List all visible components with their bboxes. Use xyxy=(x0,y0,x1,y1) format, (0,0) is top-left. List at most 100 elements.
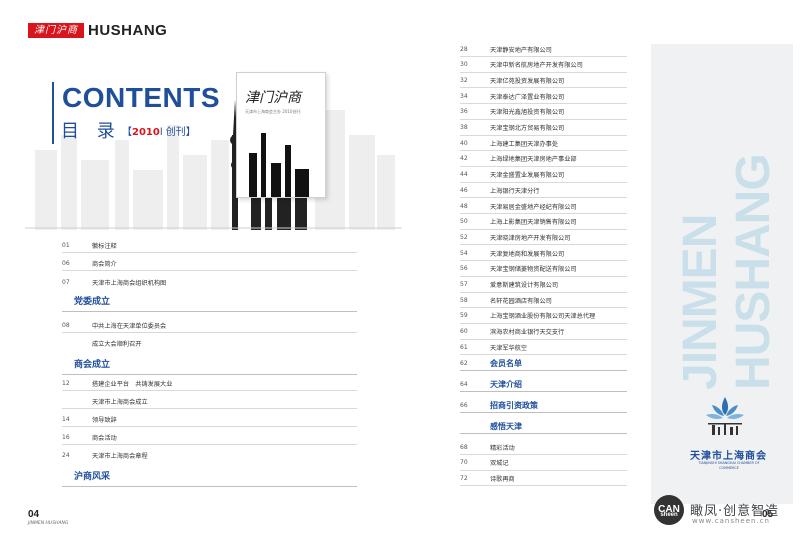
toc-page: 08 xyxy=(62,321,70,329)
toc-item[interactable]: 06 商会简介 xyxy=(62,258,357,271)
toc-page: 56 xyxy=(460,265,468,273)
toc-text: 天津泰达广泽置业有限公司 xyxy=(490,93,565,101)
toc-item[interactable]: 50 上海上影集团天津销售有限公司 xyxy=(460,217,627,230)
toc-page: 72 xyxy=(460,474,468,482)
toc-page: 01 xyxy=(62,241,70,249)
toc-page: 66 xyxy=(460,401,468,409)
toc-page: 32 xyxy=(460,76,468,84)
toc-divider xyxy=(460,103,627,105)
toc-page: 48 xyxy=(460,202,468,210)
toc-divider xyxy=(460,454,627,455)
toc-text: 滨海农村商业银行天交支行 xyxy=(490,329,565,337)
toc-text: 上海宝钢酒业股份有限公司天津总代理 xyxy=(490,313,596,321)
toc-item[interactable]: 40 上海建工集团天津办事处 xyxy=(460,138,627,152)
section-divider xyxy=(62,486,357,487)
toc-item[interactable]: 54 天津复地商和发展有限公司 xyxy=(460,248,627,262)
toc-page: 38 xyxy=(460,124,468,131)
edition-open: 【 xyxy=(122,127,132,138)
left-toc: 01 徽标注释 06 商会简介 07 天津市上海商会组织机构图 党委成立 08 … xyxy=(62,240,357,490)
toc-divider xyxy=(62,426,357,427)
toc-item[interactable]: 57 爱意斯建筑设计有限公司 xyxy=(460,280,627,293)
toc-page: 06 xyxy=(62,259,70,267)
toc-divider xyxy=(62,332,357,333)
toc-text: 上海银行天津分行 xyxy=(490,187,540,195)
cover-skyline-image xyxy=(237,123,325,197)
toc-item[interactable]: 34 天津泰达广泽置业有限公司 xyxy=(460,91,627,105)
toc-page: 68 xyxy=(460,443,468,451)
toc-text: 天津宝钢储菱物资配送有限公司 xyxy=(490,266,577,274)
toc-page: 58 xyxy=(460,296,468,304)
toc-page: 07 xyxy=(62,278,70,286)
toc-item[interactable]: 07 天津市上海商会组织机构图 xyxy=(62,277,357,287)
toc-divider xyxy=(460,213,627,214)
toc-page: 12 xyxy=(62,379,70,387)
toc-item[interactable]: 56 天津宝钢储菱物资配送有限公司 xyxy=(460,264,627,277)
toc-page: 44 xyxy=(460,171,468,179)
toc-text: 招商引资政策 xyxy=(490,399,538,410)
toc-text: 商会活动 xyxy=(92,434,117,442)
toc-section-party[interactable]: 党委成立 xyxy=(74,294,110,307)
toc-item[interactable]: 61 天津军华航空 xyxy=(460,342,627,356)
toc-page: 52 xyxy=(460,233,468,241)
toc-item[interactable]: 成立大会顺利召开 xyxy=(62,338,357,348)
toc-section[interactable]: 64 天津介绍 xyxy=(460,379,627,392)
toc-section[interactable]: 66 招商引资政策 xyxy=(460,399,627,413)
toc-item[interactable]: 70 双城记 xyxy=(460,458,627,471)
toc-item[interactable]: 44 天津金盛置业发展有限公司 xyxy=(460,170,627,183)
toc-text: 天津亿苑投资发展有限公司 xyxy=(490,77,565,85)
toc-section[interactable]: 62 会员名单 xyxy=(460,358,627,371)
toc-page: 50 xyxy=(460,218,468,226)
toc-text: 领导致辞 xyxy=(92,416,117,424)
toc-page: 60 xyxy=(460,328,468,336)
toc-divider xyxy=(460,197,627,199)
toc-divider xyxy=(460,354,627,356)
toc-item[interactable]: 38 天津宝钢北方贸易有限公司 xyxy=(460,123,627,136)
toc-divider xyxy=(460,260,627,262)
right-toc: 28 天津静安地产有限公司 30 天津中新名航房地产开发有限公司 32 天津亿苑投资发展有… xyxy=(460,42,627,498)
toc-item[interactable]: 48 天津易居金盛地产经纪有限公司 xyxy=(460,201,627,214)
toc-divider xyxy=(460,322,627,324)
page-number-left: 04 xyxy=(28,509,40,520)
toc-item[interactable]: 08 中共上海在天津单位委员会 xyxy=(62,320,357,333)
toc-item[interactable]: 28 天津静安地产有限公司 xyxy=(460,44,627,57)
toc-item[interactable]: 46 上海银行天津分行 xyxy=(460,185,627,199)
toc-item[interactable]: 01 徽标注释 xyxy=(62,240,357,253)
toc-page: 57 xyxy=(460,281,468,288)
toc-text: 天津市上海商会成立 xyxy=(92,398,148,406)
toc-item[interactable]: 68 精彩活动 xyxy=(460,442,627,455)
toc-item[interactable]: 30 天津中新名航房地产开发有限公司 xyxy=(460,60,627,73)
brand-logo: 津门沪商 xyxy=(28,22,84,38)
watermark-logo-sub: sheen xyxy=(660,512,678,518)
toc-item[interactable]: 32 天津亿苑投资发展有限公司 xyxy=(460,75,627,89)
section-divider xyxy=(62,374,357,375)
toc-item[interactable]: 58 名轩花园酒店有限公司 xyxy=(460,295,627,309)
toc-divider xyxy=(460,412,627,413)
toc-item[interactable]: 36 天津阳光鑫旭投资有限公司 xyxy=(460,107,627,120)
toc-divider xyxy=(460,56,627,57)
toc-page: 24 xyxy=(62,451,70,459)
toc-section[interactable]: 感悟天津 xyxy=(460,421,627,434)
contents-heading: CONTENTS xyxy=(62,82,220,113)
toc-item[interactable]: 72 诗歌再商 xyxy=(460,473,627,487)
toc-item[interactable]: 52 天津晓津房地产开发有限公司 xyxy=(460,232,627,246)
toc-item[interactable]: 59 上海宝钢酒业股份有限公司天津总代理 xyxy=(460,311,627,324)
watermark-logo: CAN sheen xyxy=(654,495,684,525)
chamber-name-en: TIANJINSHI SHANGHAI CHAMBER OF COMMERCE xyxy=(698,461,760,470)
toc-item[interactable]: 24 天津市上海商会章程 xyxy=(62,450,357,460)
toc-item[interactable]: 42 上海绿地集团天津房地产事业部 xyxy=(460,154,627,167)
toc-text: 天津中新名航房地产开发有限公司 xyxy=(490,62,583,70)
toc-divider xyxy=(460,228,627,230)
toc-item[interactable]: 14 领导致辞 xyxy=(62,414,357,427)
toc-section-style[interactable]: 沪商风采 xyxy=(74,469,110,482)
toc-item[interactable]: 天津市上海商会成立 xyxy=(62,396,357,409)
toc-page: 61 xyxy=(460,343,468,351)
toc-divider xyxy=(62,252,357,253)
toc-item[interactable]: 16 商会活动 xyxy=(62,432,357,445)
toc-text: 天津市上海商会组织机构图 xyxy=(92,279,167,287)
page-footer-left: JINMEN HUSHANG xyxy=(28,521,69,526)
toc-item[interactable]: 60 滨海农村商业银行天交支行 xyxy=(460,327,627,340)
toc-text: 天津晓津房地产开发有限公司 xyxy=(490,234,571,242)
toc-section-chamber[interactable]: 商会成立 xyxy=(74,357,110,370)
toc-text: 天津宝钢北方贸易有限公司 xyxy=(490,125,565,132)
toc-item[interactable]: 12 搭建企业平台 共铸发展大业 xyxy=(62,378,357,391)
